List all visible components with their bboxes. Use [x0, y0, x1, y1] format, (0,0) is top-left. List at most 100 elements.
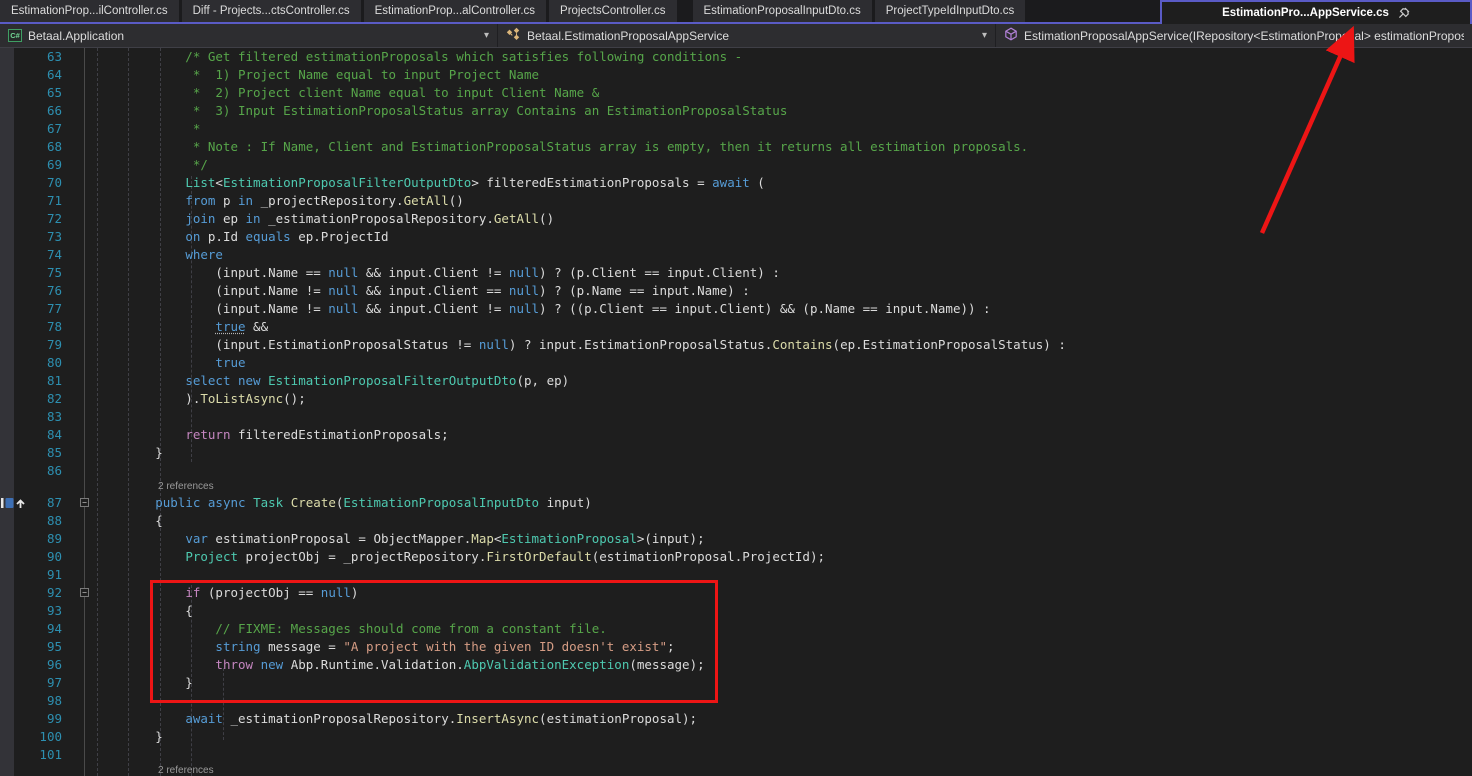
- member-dropdown[interactable]: EstimationProposalAppService(IRepository…: [995, 24, 1472, 47]
- breakpoint-margin[interactable]: [0, 480, 14, 494]
- code-line[interactable]: 82 ).ToListAsync();: [0, 390, 1472, 408]
- code-line[interactable]: 85 }: [0, 444, 1472, 462]
- breakpoint-margin[interactable]: [0, 692, 14, 710]
- breakpoint-margin[interactable]: [0, 512, 14, 530]
- breakpoint-margin[interactable]: [0, 408, 14, 426]
- code-line[interactable]: 74 where: [0, 246, 1472, 264]
- line-number: 71: [14, 192, 68, 210]
- breakpoint-margin[interactable]: [0, 300, 14, 318]
- code-line[interactable]: 80 true: [0, 354, 1472, 372]
- code-line[interactable]: 91: [0, 566, 1472, 584]
- code-line[interactable]: 65 * 2) Project client Name equal to inp…: [0, 84, 1472, 102]
- code-line[interactable]: 75 (input.Name == null && input.Client !…: [0, 264, 1472, 282]
- code-line[interactable]: 66 * 3) Input EstimationProposalStatus a…: [0, 102, 1472, 120]
- breakpoint-margin[interactable]: [0, 282, 14, 300]
- code-line[interactable]: 101: [0, 746, 1472, 764]
- breakpoint-margin[interactable]: [0, 48, 14, 66]
- code-line[interactable]: 98: [0, 692, 1472, 710]
- code-line[interactable]: 68 * Note : If Name, Client and Estimati…: [0, 138, 1472, 156]
- breakpoint-margin[interactable]: [0, 372, 14, 390]
- project-dropdown[interactable]: C# Betaal.Application ▾: [0, 24, 497, 47]
- breakpoint-margin[interactable]: [0, 354, 14, 372]
- fold-toggle[interactable]: −: [80, 588, 89, 597]
- code-line[interactable]: 69 */: [0, 156, 1472, 174]
- code-line[interactable]: 76 (input.Name != null && input.Client =…: [0, 282, 1472, 300]
- breakpoint-margin[interactable]: [0, 548, 14, 566]
- breakpoint-margin[interactable]: [0, 156, 14, 174]
- code-line[interactable]: 79 (input.EstimationProposalStatus != nu…: [0, 336, 1472, 354]
- code-line[interactable]: 77 (input.Name != null && input.Client !…: [0, 300, 1472, 318]
- code-line[interactable]: 63 /* Get filtered estimationProposals w…: [0, 48, 1472, 66]
- line-number: 72: [14, 210, 68, 228]
- code-line[interactable]: 81 select new EstimationProposalFilterOu…: [0, 372, 1472, 390]
- breakpoint-margin[interactable]: [0, 764, 14, 776]
- code-line[interactable]: 87− public async Task Create(EstimationP…: [0, 494, 1472, 512]
- breakpoint-margin[interactable]: [0, 228, 14, 246]
- breakpoint-margin[interactable]: [0, 638, 14, 656]
- code-line[interactable]: 100 }: [0, 728, 1472, 746]
- breakpoint-margin[interactable]: [0, 138, 14, 156]
- editor-tab[interactable]: ProjectTypeIdInputDto.cs: [875, 0, 1025, 22]
- breakpoint-margin[interactable]: [0, 728, 14, 746]
- code-line[interactable]: 72 join ep in _estimationProposalReposit…: [0, 210, 1472, 228]
- editor-tab[interactable]: EstimationPro...AppService.cs: [1160, 0, 1472, 24]
- code-line[interactable]: 73 on p.Id equals ep.ProjectId: [0, 228, 1472, 246]
- code-line[interactable]: 64 * 1) Project Name equal to input Proj…: [0, 66, 1472, 84]
- editor-tab[interactable]: EstimationProp...ilController.cs: [0, 0, 179, 22]
- breakpoint-margin[interactable]: [0, 426, 14, 444]
- code-line[interactable]: 86: [0, 462, 1472, 480]
- breakpoint-margin[interactable]: [0, 656, 14, 674]
- breakpoint-margin[interactable]: [0, 192, 14, 210]
- breakpoint-margin[interactable]: [0, 462, 14, 480]
- breakpoint-margin[interactable]: [0, 444, 14, 462]
- code-line[interactable]: 93 {: [0, 602, 1472, 620]
- breakpoint-margin[interactable]: [0, 584, 14, 602]
- code-line[interactable]: 67 *: [0, 120, 1472, 138]
- code-line[interactable]: 92− if (projectObj == null): [0, 584, 1472, 602]
- code-line[interactable]: 96 throw new Abp.Runtime.Validation.AbpV…: [0, 656, 1472, 674]
- breakpoint-margin[interactable]: [0, 566, 14, 584]
- code-line[interactable]: 83: [0, 408, 1472, 426]
- code-line[interactable]: 78 true &&: [0, 318, 1472, 336]
- breakpoint-margin[interactable]: [0, 84, 14, 102]
- type-dropdown[interactable]: Betaal.EstimationProposalAppService ▾: [497, 24, 995, 47]
- breakpoint-margin[interactable]: [0, 264, 14, 282]
- editor-tab[interactable]: Diff - Projects...ctsController.cs: [182, 0, 361, 22]
- line-number: 66: [14, 102, 68, 120]
- breakpoint-margin[interactable]: [0, 494, 14, 512]
- editor-tab[interactable]: ProjectsController.cs: [549, 0, 676, 22]
- breakpoint-margin[interactable]: [0, 66, 14, 84]
- breakpoint-margin[interactable]: [0, 120, 14, 138]
- fold-toggle[interactable]: −: [80, 498, 89, 507]
- breakpoint-margin[interactable]: [0, 174, 14, 192]
- breakpoint-margin[interactable]: [0, 620, 14, 638]
- code-editor[interactable]: 63 /* Get filtered estimationProposals w…: [0, 48, 1472, 776]
- code-text: var estimationProposal = ObjectMapper.Ma…: [95, 530, 1472, 548]
- code-line[interactable]: 89 var estimationProposal = ObjectMapper…: [0, 530, 1472, 548]
- fold-column: −: [68, 494, 95, 512]
- code-text: {: [95, 602, 1472, 620]
- breakpoint-margin[interactable]: [0, 390, 14, 408]
- code-line[interactable]: 90 Project projectObj = _projectReposito…: [0, 548, 1472, 566]
- pin-icon[interactable]: [1398, 7, 1410, 19]
- code-line[interactable]: 84 return filteredEstimationProposals;: [0, 426, 1472, 444]
- code-line[interactable]: 95 string message = "A project with the …: [0, 638, 1472, 656]
- breakpoint-margin[interactable]: [0, 710, 14, 728]
- code-line[interactable]: 71 from p in _projectRepository.GetAll(): [0, 192, 1472, 210]
- breakpoint-margin[interactable]: [0, 318, 14, 336]
- breakpoint-margin[interactable]: [0, 336, 14, 354]
- editor-tab[interactable]: EstimationProp...alController.cs: [364, 0, 546, 22]
- code-line[interactable]: 99 await _estimationProposalRepository.I…: [0, 710, 1472, 728]
- breakpoint-margin[interactable]: [0, 530, 14, 548]
- code-line[interactable]: 70 List<EstimationProposalFilterOutputDt…: [0, 174, 1472, 192]
- code-line[interactable]: 97 }: [0, 674, 1472, 692]
- breakpoint-margin[interactable]: [0, 102, 14, 120]
- breakpoint-margin[interactable]: [0, 746, 14, 764]
- editor-tab[interactable]: EstimationProposalInputDto.cs: [693, 0, 872, 22]
- breakpoint-margin[interactable]: [0, 602, 14, 620]
- breakpoint-margin[interactable]: [0, 674, 14, 692]
- breakpoint-margin[interactable]: [0, 210, 14, 228]
- code-line[interactable]: 88 {: [0, 512, 1472, 530]
- breakpoint-margin[interactable]: [0, 246, 14, 264]
- code-line[interactable]: 94 // FIXME: Messages should come from a…: [0, 620, 1472, 638]
